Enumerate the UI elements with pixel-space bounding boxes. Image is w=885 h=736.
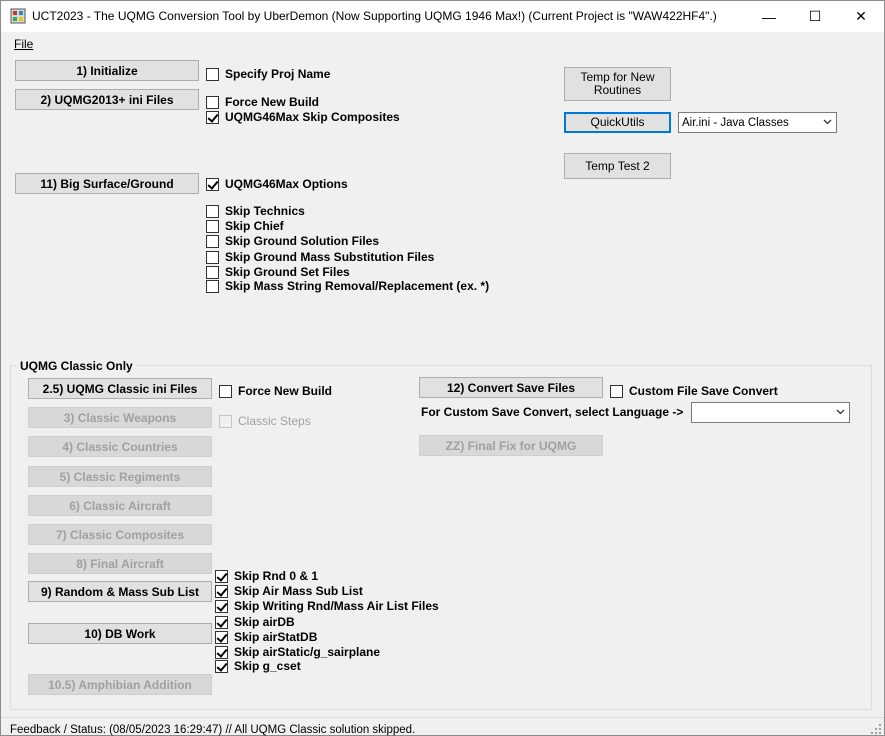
initialize-button[interactable]: 1) Initialize — [15, 60, 199, 81]
checkbox-box — [206, 250, 219, 264]
checkbox-box — [206, 67, 219, 81]
checkbox-label: UQMG46Max Skip Composites — [225, 110, 400, 124]
classic-force-new-build-checkbox[interactable]: Force New Build — [219, 383, 332, 399]
classic-composites-button[interactable]: 7) Classic Composites — [28, 524, 212, 545]
utility-select-value: Air.ini - Java Classes — [682, 116, 789, 129]
checkbox-label: Skip airDB — [234, 615, 295, 629]
window-title: UCT2023 - The UQMG Conversion Tool by Ub… — [32, 9, 717, 23]
status-text: Feedback / Status: (08/05/2023 16:29:47)… — [10, 724, 416, 736]
skip-ground-mass-checkbox[interactable]: Skip Ground Mass Substitution Files — [206, 249, 434, 265]
checkbox-box — [206, 204, 219, 218]
checkbox-box — [206, 110, 219, 124]
checkbox-box — [215, 645, 228, 659]
checkbox-box — [215, 599, 228, 613]
max-options-checkbox[interactable]: UQMG46Max Options — [206, 176, 348, 192]
checkbox-box — [206, 219, 219, 233]
checkbox-label: Skip g_cset — [234, 659, 301, 673]
chevron-down-icon — [836, 409, 845, 415]
checkbox-label: Custom File Save Convert — [629, 384, 778, 398]
temp-routines-button[interactable]: Temp for New Routines — [564, 67, 671, 101]
quick-utils-button[interactable]: QuickUtils — [564, 112, 671, 133]
classic-countries-button[interactable]: 4) Classic Countries — [28, 436, 212, 457]
skip-writing-checkbox[interactable]: Skip Writing Rnd/Mass Air List Files — [215, 598, 439, 614]
maximize-button[interactable]: ☐ — [792, 1, 838, 32]
skip-ground-solution-checkbox[interactable]: Skip Ground Solution Files — [206, 233, 379, 249]
checkbox-label: Skip airStatic/g_sairplane — [234, 645, 381, 659]
checkbox-box — [206, 279, 219, 293]
language-select[interactable] — [691, 402, 850, 423]
classic-ini-button[interactable]: 2.5) UQMG Classic ini Files — [28, 378, 212, 399]
resize-grip-icon[interactable] — [871, 724, 881, 734]
checkbox-label: Specify Proj Name — [225, 67, 331, 81]
close-button[interactable]: ✕ — [838, 1, 884, 32]
checkbox-label: Force New Build — [225, 95, 320, 109]
checkbox-label: Skip Chief — [225, 219, 284, 233]
skip-gcset-checkbox[interactable]: Skip g_cset — [215, 658, 301, 674]
random-mass-button[interactable]: 9) Random & Mass Sub List — [28, 581, 212, 602]
language-label: For Custom Save Convert, select Language… — [421, 405, 684, 419]
checkbox-label: Skip Writing Rnd/Mass Air List Files — [234, 599, 439, 613]
checkbox-label: Skip Technics — [225, 204, 305, 218]
force-new-build-checkbox[interactable]: Force New Build — [206, 94, 319, 110]
checkbox-label: Skip airStatDB — [234, 630, 318, 644]
checkbox-label: Force New Build — [238, 384, 333, 398]
specify-proj-checkbox[interactable]: Specify Proj Name — [206, 66, 330, 82]
final-aircraft-button[interactable]: 8) Final Aircraft — [28, 553, 212, 574]
checkbox-label: Skip Ground Set Files — [225, 265, 350, 279]
checkbox-box — [206, 95, 219, 109]
checkbox-label: Skip Ground Solution Files — [225, 234, 380, 248]
skip-rnd-checkbox[interactable]: Skip Rnd 0 & 1 — [215, 568, 318, 584]
skip-airstatdb-checkbox[interactable]: Skip airStatDB — [215, 629, 317, 645]
checkbox-box — [206, 234, 219, 248]
minimize-button[interactable]: — — [746, 1, 792, 32]
checkbox-label: Skip Ground Mass Substitution Files — [225, 250, 435, 264]
skip-airdb-checkbox[interactable]: Skip airDB — [215, 614, 295, 630]
classic-steps-checkbox[interactable]: Classic Steps — [219, 413, 311, 429]
chevron-down-icon — [823, 119, 832, 125]
temp-test-button[interactable]: Temp Test 2 — [564, 153, 671, 179]
skip-chief-checkbox[interactable]: Skip Chief — [206, 218, 284, 234]
big-surface-button[interactable]: 11) Big Surface/Ground — [15, 173, 199, 194]
menu-bar: File — [1, 34, 884, 54]
classic-weapons-button[interactable]: 3) Classic Weapons — [28, 407, 212, 428]
checkbox-label: UQMG46Max Options — [225, 177, 348, 191]
classic-group-title: UQMG Classic Only — [16, 359, 137, 373]
checkbox-box — [206, 265, 219, 279]
checkbox-box — [219, 414, 232, 428]
checkbox-box — [215, 615, 228, 629]
db-work-button[interactable]: 10) DB Work — [28, 623, 212, 644]
custom-save-checkbox[interactable]: Custom File Save Convert — [610, 383, 778, 399]
checkbox-box — [215, 659, 228, 673]
skip-composites-checkbox[interactable]: UQMG46Max Skip Composites — [206, 109, 400, 125]
checkbox-label: Skip Mass String Removal/Replacement (ex… — [225, 279, 490, 293]
checkbox-box — [610, 384, 623, 398]
ini-files-button[interactable]: 2) UQMG2013+ ini Files — [15, 89, 199, 110]
checkbox-box — [215, 584, 228, 598]
amphibian-button[interactable]: 10.5) Amphibian Addition — [28, 674, 212, 695]
convert-save-button[interactable]: 12) Convert Save Files — [419, 377, 603, 398]
checkbox-label: Skip Air Mass Sub List — [234, 584, 363, 598]
checkbox-box — [206, 177, 219, 191]
main-window: UCT2023 - The UQMG Conversion Tool by Ub… — [0, 0, 885, 736]
checkbox-box — [215, 630, 228, 644]
checkbox-label: Skip Rnd 0 & 1 — [234, 569, 319, 583]
final-fix-button[interactable]: ZZ) Final Fix for UQMG — [419, 435, 603, 456]
classic-regiments-button[interactable]: 5) Classic Regiments — [28, 466, 212, 487]
checkbox-label: Classic Steps — [238, 414, 311, 428]
checkbox-box — [219, 384, 232, 398]
app-icon — [10, 8, 26, 24]
utility-select[interactable]: Air.ini - Java Classes — [678, 112, 837, 133]
checkbox-box — [215, 569, 228, 583]
skip-technics-checkbox[interactable]: Skip Technics — [206, 203, 305, 219]
title-bar[interactable]: UCT2023 - The UQMG Conversion Tool by Ub… — [1, 1, 884, 32]
skip-air-mass-checkbox[interactable]: Skip Air Mass Sub List — [215, 583, 363, 599]
classic-aircraft-button[interactable]: 6) Classic Aircraft — [28, 495, 212, 516]
menu-file[interactable]: File — [14, 37, 33, 51]
status-bar: Feedback / Status: (08/05/2023 16:29:47)… — [1, 717, 884, 736]
skip-mass-string-checkbox[interactable]: Skip Mass String Removal/Replacement (ex… — [206, 278, 489, 294]
